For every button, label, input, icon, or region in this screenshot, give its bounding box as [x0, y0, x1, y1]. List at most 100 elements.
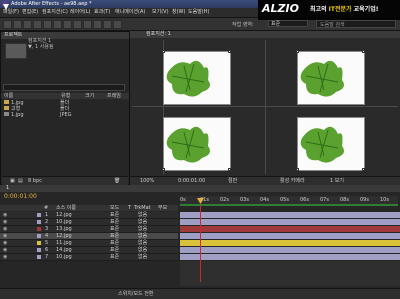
col-source-name[interactable]: 소스 이름 [56, 205, 76, 211]
layer-row[interactable]: ◉ 2 10.jpg 표준 없음 [0, 219, 178, 226]
col-parent[interactable]: 부모 [158, 205, 167, 211]
layer-duration-bar[interactable] [180, 240, 400, 246]
layer-name[interactable]: 13.jpg [56, 226, 72, 232]
help-search-input[interactable]: 도움말 검색 [316, 20, 396, 28]
stamp-tool-icon[interactable] [93, 20, 102, 29]
label-color-swatch[interactable] [37, 241, 41, 245]
composition-tab[interactable]: 컴포지션: 1 [130, 31, 400, 38]
view-layout-select[interactable]: 1 보기 [330, 177, 344, 185]
menu-window[interactable]: 창(W) [172, 9, 185, 16]
viewer-timecode[interactable]: 0:00:01:00 [178, 177, 205, 185]
layer-duration-bar[interactable] [180, 219, 400, 225]
transform-handle[interactable] [296, 168, 299, 171]
layer-duration-bar[interactable] [180, 254, 400, 260]
new-folder-icon[interactable]: ▤ [18, 177, 23, 185]
layer-name[interactable]: 12.jpg [56, 212, 72, 218]
work-area-bar[interactable] [180, 204, 398, 206]
transform-handle[interactable] [162, 50, 165, 53]
timeline-tab[interactable]: 1 [6, 185, 9, 192]
transform-handle[interactable] [362, 50, 365, 53]
zoom-tool-icon[interactable] [23, 20, 32, 29]
layer-mode-select[interactable]: 표준 [110, 233, 119, 239]
project-row[interactable]: 1.jpg JPEG [4, 112, 128, 118]
layer-mode-select[interactable]: 표준 [110, 254, 119, 260]
bpc-toggle[interactable]: 8 bpc [28, 177, 42, 185]
eye-icon[interactable]: ◉ [3, 212, 7, 218]
resolution-select[interactable]: 절반 [228, 177, 237, 185]
timeline-timecode[interactable]: 0:00:01:00 [4, 193, 37, 200]
layer-mode-select[interactable]: 표준 [110, 212, 119, 218]
layer-trkmat-select[interactable]: 없음 [138, 233, 147, 239]
eye-icon[interactable]: ◉ [3, 240, 7, 246]
eye-icon[interactable]: ◉ [3, 254, 7, 260]
hand-tool-icon[interactable] [13, 20, 22, 29]
label-color-swatch[interactable] [37, 234, 41, 238]
layer-trkmat-select[interactable]: 없음 [138, 240, 147, 246]
layer-mode-select[interactable]: 표준 [110, 219, 119, 225]
label-color-swatch[interactable] [37, 227, 41, 231]
layer-trkmat-select[interactable]: 없음 [138, 226, 147, 232]
transform-handle[interactable] [228, 50, 231, 53]
transform-handle[interactable] [362, 168, 365, 171]
eye-icon[interactable]: ◉ [3, 233, 7, 239]
label-color-swatch[interactable] [37, 213, 41, 217]
camera-tool-icon[interactable] [43, 20, 52, 29]
layer-mode-select[interactable]: 표준 [110, 226, 119, 232]
layer-duration-bar[interactable] [180, 226, 400, 232]
menu-composition[interactable]: 컴포지션(C) [42, 9, 68, 16]
current-time-indicator[interactable] [200, 205, 201, 282]
brush-tool-icon[interactable] [83, 20, 92, 29]
selection-tool-icon[interactable] [3, 20, 12, 29]
camera-select[interactable]: 활성 카메라 [280, 177, 305, 185]
layer-duration-bar[interactable] [180, 212, 400, 218]
layer-row[interactable]: ◉ 1 12.jpg 표준 없음 [0, 212, 178, 219]
layer-image-frame[interactable] [297, 51, 365, 105]
eye-icon[interactable]: ◉ [3, 247, 7, 253]
layer-image-frame[interactable] [297, 117, 365, 171]
layer-name[interactable]: 10.jpg [56, 219, 72, 225]
zoom-level[interactable]: 100% [140, 177, 154, 185]
layer-name[interactable]: 10.jpg [56, 254, 72, 260]
transform-handle[interactable] [162, 168, 165, 171]
layer-mode-select[interactable]: 표준 [110, 247, 119, 253]
layer-row[interactable]: ◉ 5 11.jpg 표준 없음 [0, 240, 178, 247]
layer-row[interactable]: ◉ 6 14.jpg 표준 없음 [0, 247, 178, 254]
project-search-input[interactable] [3, 84, 125, 91]
layer-row[interactable]: ◉ 3 13.jpg 표준 없음 [0, 226, 178, 233]
layer-image-frame[interactable] [163, 117, 231, 171]
pan-behind-tool-icon[interactable] [53, 20, 62, 29]
col-fps[interactable]: 프레임 [107, 93, 121, 99]
layer-trkmat-select[interactable]: 없음 [138, 247, 147, 253]
layer-name[interactable]: 11.jpg [56, 240, 72, 246]
layer-trkmat-select[interactable]: 없음 [138, 212, 147, 218]
trash-icon[interactable]: 🗑 [114, 177, 120, 185]
col-mode[interactable]: 모드 [110, 205, 119, 211]
layer-image-frame[interactable] [163, 51, 231, 105]
layer-name[interactable]: 14.jpg [56, 247, 72, 253]
label-color-swatch[interactable] [37, 248, 41, 252]
layer-row[interactable]: ◉ 7 10.jpg 표준 없음 [0, 254, 178, 261]
transform-handle[interactable] [296, 50, 299, 53]
puppet-tool-icon[interactable] [113, 20, 122, 29]
menu-help[interactable]: 도움말(H) [188, 9, 209, 16]
rotate-tool-icon[interactable] [33, 20, 42, 29]
menu-view[interactable]: 보기(V) [152, 9, 169, 16]
pen-tool-icon[interactable] [63, 20, 72, 29]
col-type[interactable]: 유형 [61, 93, 70, 99]
menu-animation[interactable]: 애니메이션(A) [115, 9, 145, 16]
interpret-footage-icon[interactable]: ▣ [10, 177, 15, 185]
project-tab[interactable]: 프로젝트 [1, 32, 129, 39]
col-size[interactable]: 크기 [85, 93, 94, 99]
menu-edit[interactable]: 편집(E) [22, 9, 38, 16]
col-name[interactable]: 이름 [4, 93, 13, 99]
col-trkmat[interactable]: TrkMat [134, 205, 151, 211]
label-color-swatch[interactable] [37, 220, 41, 224]
transform-handle[interactable] [228, 168, 231, 171]
layer-row[interactable]: ◉ 4 12.jpg 표준 없음 [0, 233, 178, 240]
menu-layer[interactable]: 레이어(L) [70, 9, 91, 16]
layer-duration-bar[interactable] [180, 247, 400, 253]
layer-name[interactable]: 12.jpg [56, 233, 72, 239]
layer-trkmat-select[interactable]: 없음 [138, 219, 147, 225]
layer-mode-select[interactable]: 표준 [110, 240, 119, 246]
workspace-select[interactable]: 표준 [268, 20, 308, 27]
